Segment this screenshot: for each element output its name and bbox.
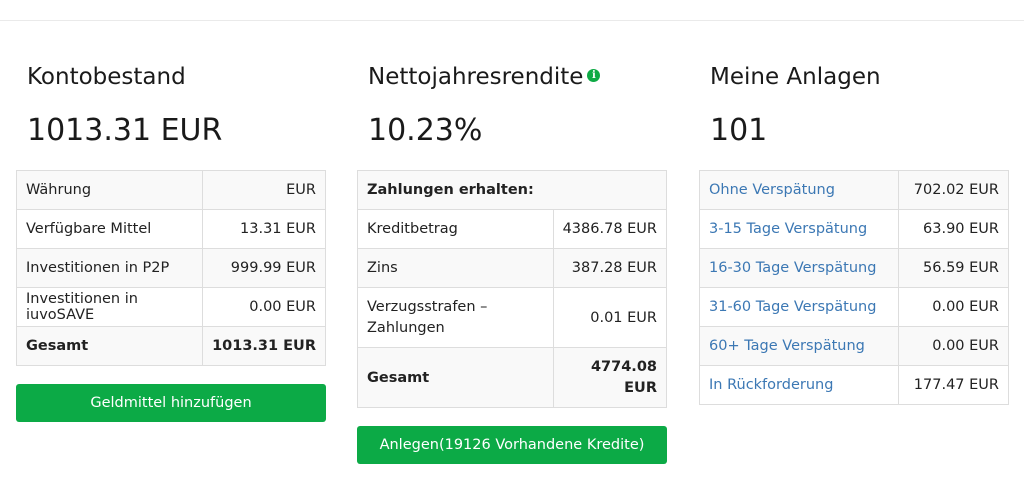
row-label: Währung	[15, 170, 204, 210]
row-label: Kreditbetrag	[357, 209, 554, 249]
table-row: Verfügbare Mittel 13.31 EUR	[15, 209, 326, 249]
table-row: Währung EUR	[15, 170, 326, 210]
anlagen-count: 101	[710, 113, 768, 148]
status-link-60-plus-days[interactable]: 60+ Tage Verspätung	[699, 326, 899, 366]
row-value: 0.01 EUR	[552, 287, 668, 348]
row-value: 0.00 EUR	[202, 287, 326, 327]
row-value: EUR	[202, 170, 326, 210]
rendite-value: 10.23%	[368, 113, 483, 148]
row-label: Verfügbare Mittel	[15, 209, 204, 249]
payments-received-header: Zahlungen erhalten:	[357, 170, 667, 210]
row-label: Verzugsstrafen – Zahlungen	[357, 287, 554, 348]
row-value: 56.59 EUR	[898, 248, 1009, 288]
table-header-row: Zahlungen erhalten:	[357, 170, 667, 210]
status-link-31-60-days[interactable]: 31-60 Tage Verspätung	[699, 287, 899, 327]
table-row: 60+ Tage Verspätung 0.00 EUR	[699, 326, 1009, 366]
status-link-16-30-days[interactable]: 16-30 Tage Verspätung	[699, 248, 899, 288]
row-value: 63.90 EUR	[898, 209, 1009, 249]
invest-button[interactable]: Anlegen(19126 Vorhandene Kredite)	[357, 426, 667, 464]
row-value: 4386.78 EUR	[552, 209, 668, 249]
table-row: 31-60 Tage Verspätung 0.00 EUR	[699, 287, 1009, 327]
table-row: 16-30 Tage Verspätung 56.59 EUR	[699, 248, 1009, 288]
total-row: Gesamt 4774.08 EUR	[357, 347, 668, 408]
total-row: Gesamt 1013.31 EUR	[15, 326, 326, 366]
row-label: Investitionen in P2P	[15, 248, 204, 288]
total-value: 1013.31 EUR	[202, 326, 326, 366]
kontobestand-title: Kontobestand	[27, 64, 186, 90]
table-row: Kreditbetrag 4386.78 EUR	[357, 209, 668, 249]
table-row: Investitionen in P2P 999.99 EUR	[15, 248, 326, 288]
anlagen-table: Ohne Verspätung 702.02 EUR 3-15 Tage Ver…	[699, 170, 1009, 405]
table-row: 3-15 Tage Verspätung 63.90 EUR	[699, 209, 1009, 249]
row-value: 13.31 EUR	[202, 209, 326, 249]
add-funds-button[interactable]: Geldmittel hinzufügen	[16, 384, 326, 422]
row-value: 999.99 EUR	[202, 248, 326, 288]
row-label: Investitionen in iuvoSAVE	[15, 287, 204, 327]
rendite-title-wrap: Nettojahresrendite i	[368, 64, 601, 90]
table-row: Zins 387.28 EUR	[357, 248, 668, 288]
row-label: Zins	[357, 248, 554, 288]
rendite-table: Zahlungen erhalten: Kreditbetrag 4386.78…	[357, 170, 668, 408]
top-divider	[0, 20, 1024, 21]
anlagen-title: Meine Anlagen	[710, 64, 881, 90]
table-row: Investitionen in iuvoSAVE 0.00 EUR	[15, 287, 326, 327]
table-row: Verzugsstrafen – Zahlungen 0.01 EUR	[357, 287, 668, 348]
status-link-recovery[interactable]: In Rückforderung	[699, 365, 899, 405]
info-icon[interactable]: i	[587, 69, 601, 82]
status-link-on-time[interactable]: Ohne Verspätung	[699, 170, 899, 210]
kontobestand-table: Währung EUR Verfügbare Mittel 13.31 EUR …	[15, 170, 326, 366]
row-value: 702.02 EUR	[898, 170, 1009, 210]
row-value: 0.00 EUR	[898, 326, 1009, 366]
total-value: 4774.08 EUR	[552, 347, 668, 408]
row-value: 0.00 EUR	[898, 287, 1009, 327]
row-value: 177.47 EUR	[898, 365, 1009, 405]
rendite-title: Nettojahresrendite	[368, 64, 584, 90]
table-row: In Rückforderung 177.47 EUR	[699, 365, 1009, 405]
table-row: Ohne Verspätung 702.02 EUR	[699, 170, 1009, 210]
kontobestand-value: 1013.31 EUR	[27, 113, 223, 148]
status-link-3-15-days[interactable]: 3-15 Tage Verspätung	[699, 209, 899, 249]
total-label: Gesamt	[15, 326, 204, 366]
row-value: 387.28 EUR	[552, 248, 668, 288]
total-label: Gesamt	[357, 347, 554, 408]
